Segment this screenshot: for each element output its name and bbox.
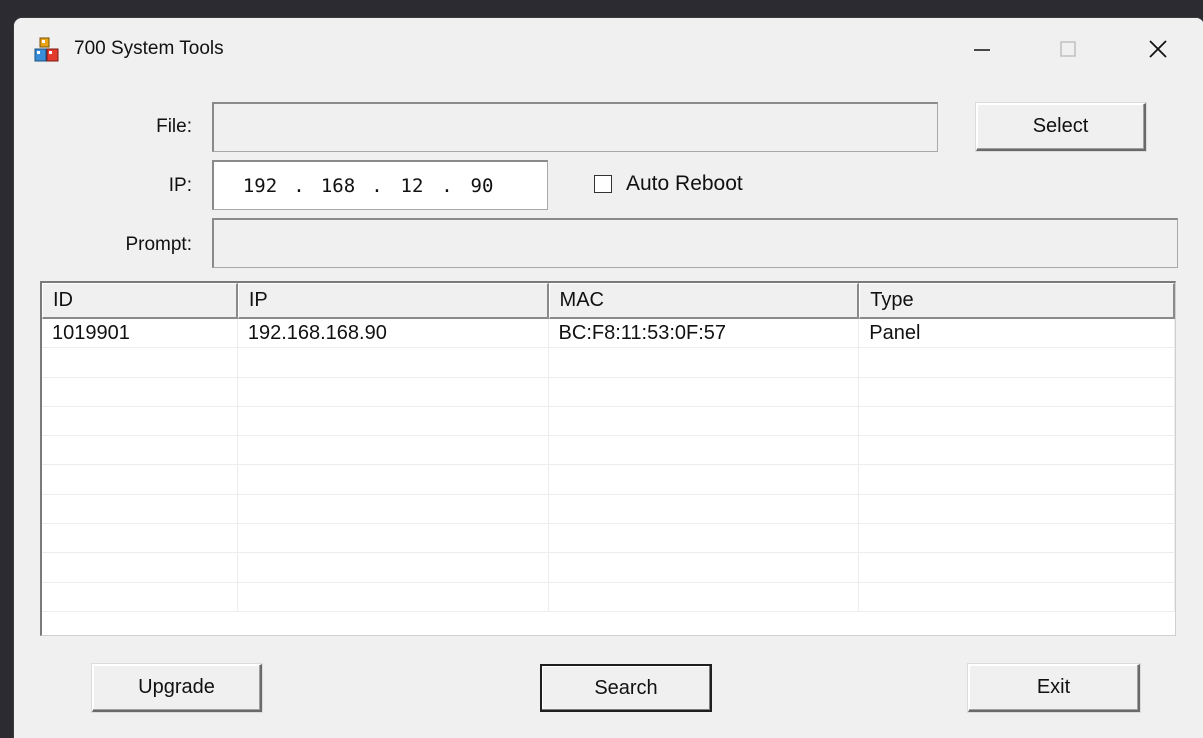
cell-empty	[42, 553, 238, 583]
ip-label: IP:	[168, 175, 192, 196]
cell-empty	[237, 377, 549, 407]
cell-id: 1019901	[42, 319, 238, 349]
cell-empty	[859, 494, 1175, 525]
cell-empty	[42, 494, 238, 525]
cell-empty	[859, 377, 1175, 407]
cell-empty	[42, 465, 238, 495]
app-window: 700 System Tools File: Select IP: 192. 16…	[14, 18, 1203, 738]
maximize-icon	[1060, 41, 1076, 57]
cell-empty	[237, 465, 549, 495]
cell-empty	[548, 494, 860, 525]
ip-octet-3: 12	[400, 174, 424, 197]
column-header-mac[interactable]: MAC	[548, 283, 860, 319]
cell-empty	[548, 406, 860, 437]
cell-empty	[548, 348, 860, 378]
file-field[interactable]	[212, 102, 938, 152]
close-icon	[1149, 40, 1167, 58]
cell-empty	[42, 348, 238, 378]
cell-empty	[548, 553, 860, 583]
cell-empty	[42, 582, 238, 612]
minimize-icon	[974, 49, 990, 51]
cell-type: Panel	[859, 319, 1175, 349]
column-header-ip[interactable]: IP	[237, 283, 549, 319]
cell-empty	[548, 377, 860, 407]
cell-empty	[237, 582, 549, 612]
minimize-button[interactable]	[954, 28, 1010, 70]
table-row-empty	[42, 524, 1175, 554]
cell-empty	[548, 524, 860, 554]
cell-empty	[237, 524, 549, 554]
cell-empty	[548, 436, 860, 466]
table-row-empty	[42, 377, 1175, 407]
ip-octet-1: 192	[242, 174, 278, 197]
table-row-empty	[42, 406, 1175, 437]
cell-empty	[237, 553, 549, 583]
prompt-label: Prompt:	[125, 234, 192, 255]
ip-dot: .	[371, 174, 383, 197]
window-title: 700 System Tools	[74, 38, 224, 59]
cell-empty	[859, 406, 1175, 437]
cell-ip: 192.168.168.90	[237, 319, 549, 349]
table-row-empty	[42, 348, 1175, 378]
cell-empty	[237, 406, 549, 437]
table-row-empty	[42, 553, 1175, 583]
ip-address-input[interactable]: 192. 168. 12. 90	[212, 160, 548, 210]
cell-empty	[859, 348, 1175, 378]
auto-reboot-checkbox[interactable]	[594, 175, 612, 193]
file-label: File:	[156, 116, 192, 137]
cell-empty	[859, 465, 1175, 495]
cell-empty	[42, 524, 238, 554]
table-row-empty	[42, 436, 1175, 466]
column-header-id[interactable]: ID	[42, 283, 238, 319]
cell-empty	[548, 465, 860, 495]
cell-empty	[42, 377, 238, 407]
cell-empty	[859, 524, 1175, 554]
cell-empty	[237, 436, 549, 466]
table-row-empty	[42, 494, 1175, 525]
cell-empty	[548, 582, 860, 612]
cell-empty	[237, 348, 549, 378]
ip-octet-4: 90	[470, 174, 494, 197]
prompt-field	[212, 218, 1178, 268]
ip-dot: .	[293, 174, 305, 197]
title-bar[interactable]: 700 System Tools	[14, 18, 1203, 80]
upgrade-button[interactable]: Upgrade	[92, 664, 262, 712]
cell-empty	[42, 406, 238, 437]
table-row-empty	[42, 465, 1175, 495]
cell-empty	[859, 553, 1175, 583]
column-header-type[interactable]: Type	[859, 283, 1175, 319]
device-list[interactable]: ID IP MAC Type 1019901 192.168.168.90 BC…	[40, 281, 1176, 636]
list-rows: 1019901 192.168.168.90 BC:F8:11:53:0F:57…	[42, 319, 1175, 612]
cell-empty	[859, 436, 1175, 466]
close-button[interactable]	[1130, 28, 1186, 70]
table-row-empty	[42, 582, 1175, 612]
ip-octet-2: 168	[320, 174, 356, 197]
cell-empty	[237, 494, 549, 525]
table-row[interactable]: 1019901 192.168.168.90 BC:F8:11:53:0F:57…	[42, 319, 1175, 349]
select-button[interactable]: Select	[976, 103, 1146, 151]
cell-empty	[859, 582, 1175, 612]
cell-mac: BC:F8:11:53:0F:57	[548, 319, 860, 349]
list-header: ID IP MAC Type	[42, 283, 1175, 319]
auto-reboot-label[interactable]: Auto Reboot	[626, 172, 743, 196]
exit-button[interactable]: Exit	[968, 664, 1140, 712]
cell-empty	[42, 436, 238, 466]
search-button[interactable]: Search	[540, 664, 712, 712]
app-icon	[34, 37, 59, 62]
ip-dot: .	[441, 174, 453, 197]
maximize-button[interactable]	[1040, 28, 1096, 70]
